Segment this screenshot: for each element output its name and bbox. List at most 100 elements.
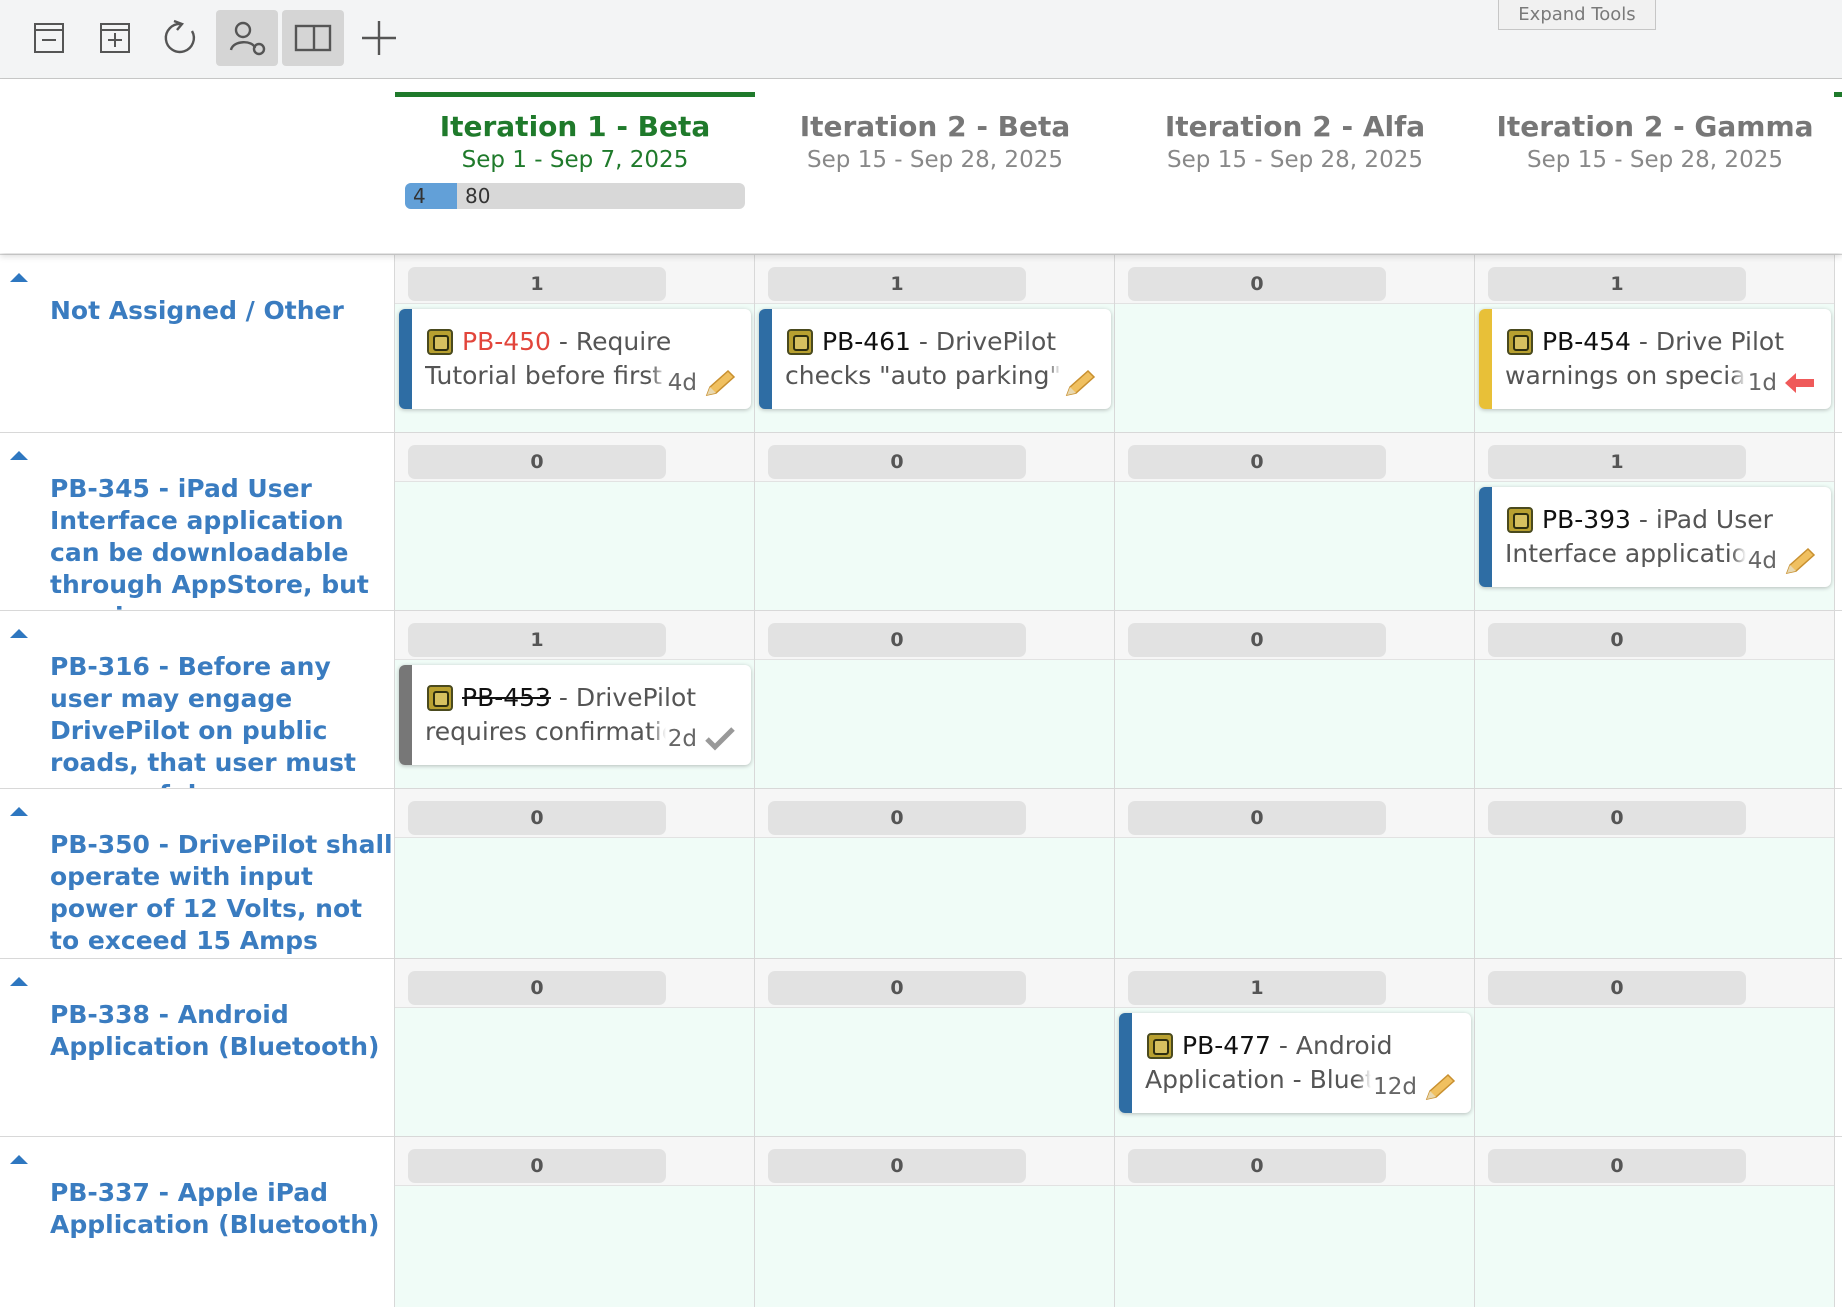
collapse-all-button[interactable] [18, 10, 80, 66]
cell-drop-area[interactable] [755, 660, 1114, 789]
iteration-column-header[interactable]: Iteration 2 - Gamma Sep 15 - Sep 28, 202… [1475, 92, 1835, 173]
cell-drop-area[interactable] [755, 1186, 1114, 1307]
add-button[interactable] [348, 10, 410, 66]
board-cell[interactable]: 0 [395, 433, 755, 611]
board-cell[interactable]: 1 PB-477 - Android Application - Bluetooth… [1115, 959, 1475, 1137]
collapse-arrow-icon[interactable] [10, 977, 28, 986]
board-cell[interactable]: 0 [1115, 1137, 1475, 1307]
cell-drop-area[interactable]: PB-477 - Android Application - Bluetooth 1… [1115, 1008, 1474, 1137]
iteration-title: Iteration 2 - Alfa [1164, 110, 1426, 143]
swimlane-title[interactable]: PB-338 - Android Application (Bluetooth) [50, 999, 394, 1063]
cell-drop-area[interactable] [1475, 1186, 1834, 1307]
pencil-icon [1065, 369, 1096, 397]
collapse-arrow-icon[interactable] [10, 451, 28, 460]
collapse-arrow-icon[interactable] [10, 273, 28, 282]
board-cell[interactable]: 1 PB-393 - iPad User Interface application… [1475, 433, 1835, 611]
board-cell[interactable]: 0 [1475, 789, 1835, 959]
board-cell[interactable]: 0 [755, 611, 1115, 789]
card-meta: 4d [1731, 543, 1817, 579]
work-item-card[interactable]: PB-461 - DrivePilot checks "auto parking" [759, 309, 1111, 409]
board-cell[interactable]: 0 [395, 1137, 755, 1307]
board-cell[interactable]: 0 [395, 959, 755, 1137]
board-cell[interactable]: 0 [755, 1137, 1115, 1307]
iteration-column-header[interactable]: Iteration 1 - Beta Sep 1 - Sep 7, 2025 4… [395, 92, 755, 209]
swimlane-title[interactable]: Not Assigned / Other [50, 295, 394, 327]
iteration-column-header[interactable]: Iteration 2 - Alfa Sep 15 - Sep 28, 2025 [1115, 92, 1475, 173]
cell-drop-area[interactable]: PB-454 - Drive Pilot warnings on special 1… [1475, 304, 1834, 433]
card-id-link[interactable]: PB-450 [462, 327, 551, 356]
board-cell[interactable]: 1 PB-461 - DrivePilot checks "auto parking… [755, 255, 1115, 433]
work-item-card[interactable]: PB-393 - iPad User Interface application 4… [1479, 487, 1831, 587]
iteration-column-header[interactable]: Iteration 2 - Beta Sep 15 - Sep 28, 2025 [755, 92, 1115, 173]
cell-drop-area[interactable] [1475, 1008, 1834, 1137]
collapse-arrow-icon[interactable] [10, 807, 28, 816]
split-view-button[interactable] [282, 10, 344, 66]
swimlane-title[interactable]: PB-345 - iPad User Interface application… [50, 473, 394, 633]
board-cell[interactable]: 0 [755, 789, 1115, 959]
iteration-dates: Sep 15 - Sep 28, 2025 [807, 147, 1063, 173]
split-view-icon [294, 24, 332, 52]
card-id-link[interactable]: PB-393 [1542, 505, 1631, 534]
expand-tools-button[interactable]: Expand Tools [1498, 0, 1656, 30]
cell-drop-area[interactable] [1475, 838, 1834, 959]
cell-count-badge: 1 [1488, 445, 1746, 479]
cell-drop-area[interactable]: PB-393 - iPad User Interface application 4… [1475, 482, 1834, 611]
board-cell[interactable]: 0 [395, 789, 755, 959]
cell-drop-area[interactable]: PB-453 - DrivePilot requires confirmation… [395, 660, 754, 789]
card-id-link[interactable]: PB-477 [1182, 1031, 1271, 1060]
work-item-card[interactable]: PB-477 - Android Application - Bluetooth 1… [1119, 1013, 1471, 1113]
board-cell[interactable]: 0 [755, 959, 1115, 1137]
board-cell[interactable]: 0 [1475, 611, 1835, 789]
work-item-card[interactable]: PB-454 - Drive Pilot warnings on special 1… [1479, 309, 1831, 409]
cell-drop-area[interactable] [1115, 660, 1474, 789]
card-estimate: 12d [1373, 1074, 1417, 1100]
cell-drop-area[interactable] [1115, 482, 1474, 611]
cell-drop-area[interactable] [1115, 838, 1474, 959]
card-meta: 4d [651, 365, 737, 401]
card-id-link[interactable]: PB-454 [1542, 327, 1631, 356]
user-settings-icon [229, 21, 266, 56]
board-cell[interactable]: 0 [1115, 789, 1475, 959]
board-cell[interactable]: 0 [1115, 433, 1475, 611]
cell-drop-area[interactable] [1475, 660, 1834, 789]
work-item-card[interactable]: PB-450 - Require Tutorial before first us… [399, 309, 751, 409]
work-item-card[interactable]: PB-453 - DrivePilot requires confirmation… [399, 665, 751, 765]
swimlane-title[interactable]: PB-337 - Apple iPad Application (Bluetoo… [50, 1177, 394, 1241]
cell-count-badge: 0 [1128, 623, 1386, 657]
collapse-arrow-icon[interactable] [10, 1155, 28, 1164]
cell-count-badge: 0 [408, 971, 666, 1005]
refresh-button[interactable] [150, 10, 212, 66]
cell-drop-area[interactable] [395, 1186, 754, 1307]
cell-drop-area[interactable] [755, 838, 1114, 959]
cell-drop-area[interactable]: PB-461 - DrivePilot checks "auto parking" [755, 304, 1114, 433]
cell-count-badge: 0 [1128, 1149, 1386, 1183]
cell-count-band: 0 [755, 433, 1114, 482]
card-id-link[interactable]: PB-461 [822, 327, 911, 356]
board-cell[interactable]: 0 [1115, 611, 1475, 789]
board-cell[interactable]: 0 [1475, 959, 1835, 1137]
cell-drop-area[interactable] [755, 482, 1114, 611]
swimlane-label: Not Assigned / Other [0, 255, 395, 433]
board-cell[interactable]: 0 [755, 433, 1115, 611]
expand-all-button[interactable] [84, 10, 146, 66]
collapse-arrow-icon[interactable] [10, 629, 28, 638]
cell-drop-area[interactable] [395, 482, 754, 611]
cell-drop-area[interactable] [395, 838, 754, 959]
board-cell[interactable]: 1 PB-453 - DrivePilot requires confirmatio… [395, 611, 755, 789]
swimlane-title[interactable]: PB-316 - Before any user may engage Driv… [50, 651, 394, 811]
card-title-start: - Require [550, 327, 672, 356]
cell-drop-area[interactable] [395, 1008, 754, 1137]
board-cell[interactable]: 0 [1115, 255, 1475, 433]
cell-drop-area[interactable] [1115, 304, 1474, 433]
cell-count-band: 0 [1475, 959, 1834, 1008]
card-id-link[interactable]: PB-453 [462, 683, 551, 712]
board-cell[interactable]: 1 PB-454 - Drive Pilot warnings on special… [1475, 255, 1835, 433]
board-cell[interactable]: 1 PB-450 - Require Tutorial before first u… [395, 255, 755, 433]
cell-drop-area[interactable]: PB-450 - Require Tutorial before first us… [395, 304, 754, 433]
iteration-title: Iteration 2 - Gamma [1496, 110, 1814, 143]
card-estimate: 2d [667, 726, 697, 752]
cell-drop-area[interactable] [755, 1008, 1114, 1137]
cell-drop-area[interactable] [1115, 1186, 1474, 1307]
user-settings-button[interactable] [216, 10, 278, 66]
board-cell[interactable]: 0 [1475, 1137, 1835, 1307]
